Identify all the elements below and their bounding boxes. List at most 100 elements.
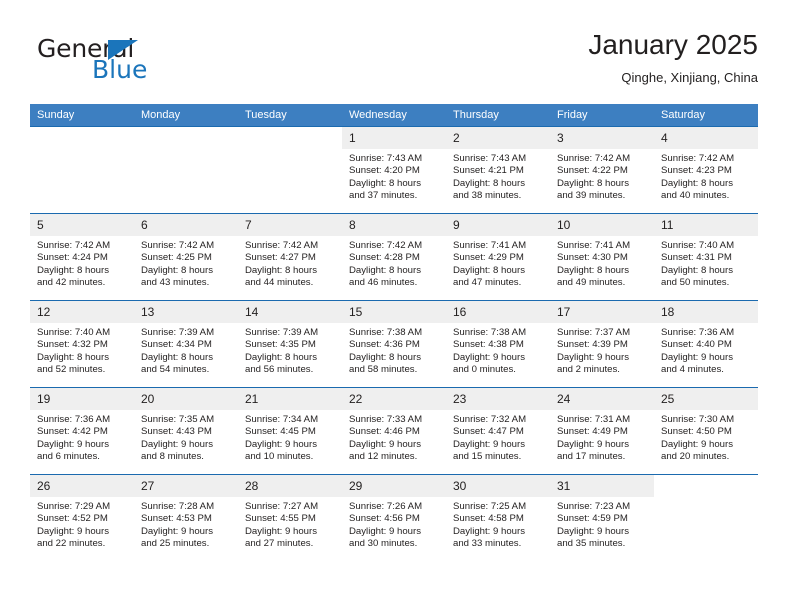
daylight-text-line2: and 58 minutes. bbox=[349, 364, 418, 376]
calendar-day[interactable]: 31 Sunrise: 7:23 AM Sunset: 4:59 PM Dayligh… bbox=[550, 475, 654, 561]
calendar-cell: 10 Sunrise: 7:41 AM Sunset: 4:30 PM Dayligh… bbox=[550, 213, 654, 301]
daylight-text-line2: and 33 minutes. bbox=[453, 538, 522, 550]
sunset-text: Sunset: 4:30 PM bbox=[557, 252, 628, 264]
calendar-day[interactable]: 7 Sunrise: 7:42 AM Sunset: 4:27 PM Daylight… bbox=[238, 214, 342, 300]
calendar-cell: 6 Sunrise: 7:42 AM Sunset: 4:25 PM Daylight… bbox=[134, 213, 238, 301]
daylight-text-line1: Daylight: 8 hours bbox=[37, 264, 109, 276]
calendar-day[interactable]: 8 Sunrise: 7:42 AM Sunset: 4:28 PM Daylight… bbox=[342, 214, 446, 300]
day-sun-info: Sunrise: 7:35 AM Sunset: 4:43 PM Daylight:… bbox=[134, 410, 238, 464]
daylight-text-line2: and 12 minutes. bbox=[349, 451, 418, 463]
sunset-text: Sunset: 4:38 PM bbox=[453, 339, 524, 351]
calendar-day[interactable]: 5 Sunrise: 7:42 AM Sunset: 4:24 PM Daylight… bbox=[30, 214, 134, 300]
day-number: 25 bbox=[654, 388, 758, 410]
daylight-text-line1: Daylight: 9 hours bbox=[141, 525, 213, 537]
calendar-day[interactable]: 25 Sunrise: 7:30 AM Sunset: 4:50 PM Dayligh… bbox=[654, 388, 758, 474]
calendar-day[interactable]: 20 Sunrise: 7:35 AM Sunset: 4:43 PM Dayligh… bbox=[134, 388, 238, 474]
sunrise-text: Sunrise: 7:26 AM bbox=[349, 501, 423, 512]
calendar-day[interactable]: 30 Sunrise: 7:25 AM Sunset: 4:58 PM Dayligh… bbox=[446, 475, 550, 561]
day-sun-info: Sunrise: 7:34 AM Sunset: 4:45 PM Daylight:… bbox=[238, 410, 342, 464]
sunrise-text: Sunrise: 7:31 AM bbox=[557, 414, 631, 425]
sunrise-text: Sunrise: 7:36 AM bbox=[37, 414, 111, 425]
calendar-day[interactable]: 18 Sunrise: 7:36 AM Sunset: 4:40 PM Dayligh… bbox=[654, 301, 758, 387]
sunset-text: Sunset: 4:46 PM bbox=[349, 426, 420, 438]
daylight-text-line1: Daylight: 9 hours bbox=[661, 438, 733, 450]
sunset-text: Sunset: 4:58 PM bbox=[453, 513, 524, 525]
calendar-day[interactable]: 17 Sunrise: 7:37 AM Sunset: 4:39 PM Dayligh… bbox=[550, 301, 654, 387]
sunrise-text: Sunrise: 7:39 AM bbox=[245, 327, 319, 338]
daylight-text-line1: Daylight: 8 hours bbox=[245, 264, 317, 276]
calendar-day[interactable]: 6 Sunrise: 7:42 AM Sunset: 4:25 PM Daylight… bbox=[134, 214, 238, 300]
day-sun-info: Sunrise: 7:26 AM Sunset: 4:56 PM Daylight:… bbox=[342, 497, 446, 551]
calendar-day[interactable]: 21 Sunrise: 7:34 AM Sunset: 4:45 PM Dayligh… bbox=[238, 388, 342, 474]
calendar-day[interactable]: 2 Sunrise: 7:43 AM Sunset: 4:21 PM Daylight… bbox=[446, 127, 550, 213]
sunrise-text: Sunrise: 7:27 AM bbox=[245, 501, 319, 512]
sunrise-text: Sunrise: 7:42 AM bbox=[557, 153, 631, 164]
day-number: 24 bbox=[550, 388, 654, 410]
day-sun-info: Sunrise: 7:30 AM Sunset: 4:50 PM Daylight:… bbox=[654, 410, 758, 464]
day-number: 28 bbox=[238, 475, 342, 497]
calendar-cell: 19 Sunrise: 7:36 AM Sunset: 4:42 PM Dayligh… bbox=[30, 387, 134, 475]
calendar-week-row: 5 Sunrise: 7:42 AM Sunset: 4:24 PM Daylight… bbox=[30, 213, 758, 301]
day-number: 12 bbox=[30, 301, 134, 323]
weekday-header-monday: Monday bbox=[134, 104, 238, 127]
weekday-header-friday: Friday bbox=[550, 104, 654, 127]
day-number: 23 bbox=[446, 388, 550, 410]
calendar-day[interactable]: 4 Sunrise: 7:42 AM Sunset: 4:23 PM Daylight… bbox=[654, 127, 758, 213]
calendar-day-empty bbox=[134, 127, 238, 213]
daylight-text-line1: Daylight: 9 hours bbox=[141, 438, 213, 450]
daylight-text-line2: and 37 minutes. bbox=[349, 190, 418, 202]
calendar-day[interactable]: 3 Sunrise: 7:42 AM Sunset: 4:22 PM Daylight… bbox=[550, 127, 654, 213]
calendar-day[interactable]: 24 Sunrise: 7:31 AM Sunset: 4:49 PM Dayligh… bbox=[550, 388, 654, 474]
sunrise-text: Sunrise: 7:43 AM bbox=[349, 153, 423, 164]
calendar-day-empty bbox=[238, 127, 342, 213]
daylight-text-line1: Daylight: 8 hours bbox=[557, 264, 629, 276]
calendar-day[interactable]: 29 Sunrise: 7:26 AM Sunset: 4:56 PM Dayligh… bbox=[342, 475, 446, 561]
sunrise-text: Sunrise: 7:39 AM bbox=[141, 327, 215, 338]
weekday-header-saturday: Saturday bbox=[654, 104, 758, 127]
sunrise-text: Sunrise: 7:40 AM bbox=[661, 240, 735, 251]
calendar-day[interactable]: 13 Sunrise: 7:39 AM Sunset: 4:34 PM Dayligh… bbox=[134, 301, 238, 387]
calendar-week-row: 26 Sunrise: 7:29 AM Sunset: 4:52 PM Dayligh… bbox=[30, 474, 758, 561]
daylight-text-line1: Daylight: 9 hours bbox=[661, 351, 733, 363]
calendar-cell bbox=[134, 126, 238, 214]
calendar-day[interactable]: 1 Sunrise: 7:43 AM Sunset: 4:20 PM Daylight… bbox=[342, 127, 446, 213]
day-number: 31 bbox=[550, 475, 654, 497]
calendar-day[interactable]: 26 Sunrise: 7:29 AM Sunset: 4:52 PM Dayligh… bbox=[30, 475, 134, 561]
calendar-day[interactable]: 16 Sunrise: 7:38 AM Sunset: 4:38 PM Dayligh… bbox=[446, 301, 550, 387]
calendar-day[interactable]: 9 Sunrise: 7:41 AM Sunset: 4:29 PM Daylight… bbox=[446, 214, 550, 300]
day-number bbox=[30, 127, 134, 149]
day-number: 30 bbox=[446, 475, 550, 497]
calendar-cell: 21 Sunrise: 7:34 AM Sunset: 4:45 PM Dayligh… bbox=[238, 387, 342, 475]
calendar-day[interactable]: 22 Sunrise: 7:33 AM Sunset: 4:46 PM Dayligh… bbox=[342, 388, 446, 474]
calendar-day[interactable]: 28 Sunrise: 7:27 AM Sunset: 4:55 PM Dayligh… bbox=[238, 475, 342, 561]
calendar-day[interactable]: 10 Sunrise: 7:41 AM Sunset: 4:30 PM Dayligh… bbox=[550, 214, 654, 300]
daylight-text-line2: and 30 minutes. bbox=[349, 538, 418, 550]
day-number: 6 bbox=[134, 214, 238, 236]
calendar-day[interactable]: 23 Sunrise: 7:32 AM Sunset: 4:47 PM Dayligh… bbox=[446, 388, 550, 474]
sunrise-text: Sunrise: 7:35 AM bbox=[141, 414, 215, 425]
day-number: 20 bbox=[134, 388, 238, 410]
day-sun-info: Sunrise: 7:33 AM Sunset: 4:46 PM Daylight:… bbox=[342, 410, 446, 464]
daylight-text-line2: and 54 minutes. bbox=[141, 364, 210, 376]
general-blue-logo[interactable]: General Blue bbox=[30, 32, 240, 90]
day-sun-info: Sunrise: 7:28 AM Sunset: 4:53 PM Daylight:… bbox=[134, 497, 238, 551]
daylight-text-line1: Daylight: 9 hours bbox=[453, 351, 525, 363]
sunset-text: Sunset: 4:49 PM bbox=[557, 426, 628, 438]
day-number bbox=[654, 475, 758, 497]
day-sun-info: Sunrise: 7:40 AM Sunset: 4:31 PM Daylight:… bbox=[654, 236, 758, 290]
daylight-text-line2: and 0 minutes. bbox=[453, 364, 516, 376]
calendar-day[interactable]: 11 Sunrise: 7:40 AM Sunset: 4:31 PM Dayligh… bbox=[654, 214, 758, 300]
sunrise-text: Sunrise: 7:38 AM bbox=[453, 327, 527, 338]
weekday-header-tuesday: Tuesday bbox=[238, 104, 342, 127]
calendar-day[interactable]: 15 Sunrise: 7:38 AM Sunset: 4:36 PM Dayligh… bbox=[342, 301, 446, 387]
calendar-day[interactable]: 19 Sunrise: 7:36 AM Sunset: 4:42 PM Dayligh… bbox=[30, 388, 134, 474]
day-number: 21 bbox=[238, 388, 342, 410]
calendar-day[interactable]: 12 Sunrise: 7:40 AM Sunset: 4:32 PM Dayligh… bbox=[30, 301, 134, 387]
calendar-cell: 31 Sunrise: 7:23 AM Sunset: 4:59 PM Dayligh… bbox=[550, 474, 654, 561]
daylight-text-line1: Daylight: 9 hours bbox=[453, 438, 525, 450]
calendar-day[interactable]: 27 Sunrise: 7:28 AM Sunset: 4:53 PM Dayligh… bbox=[134, 475, 238, 561]
page-subtitle: Qinghe, Xinjiang, China bbox=[621, 70, 758, 85]
day-sun-info: Sunrise: 7:41 AM Sunset: 4:30 PM Daylight:… bbox=[550, 236, 654, 290]
calendar-day[interactable]: 14 Sunrise: 7:39 AM Sunset: 4:35 PM Dayligh… bbox=[238, 301, 342, 387]
sunset-text: Sunset: 4:20 PM bbox=[349, 165, 420, 177]
